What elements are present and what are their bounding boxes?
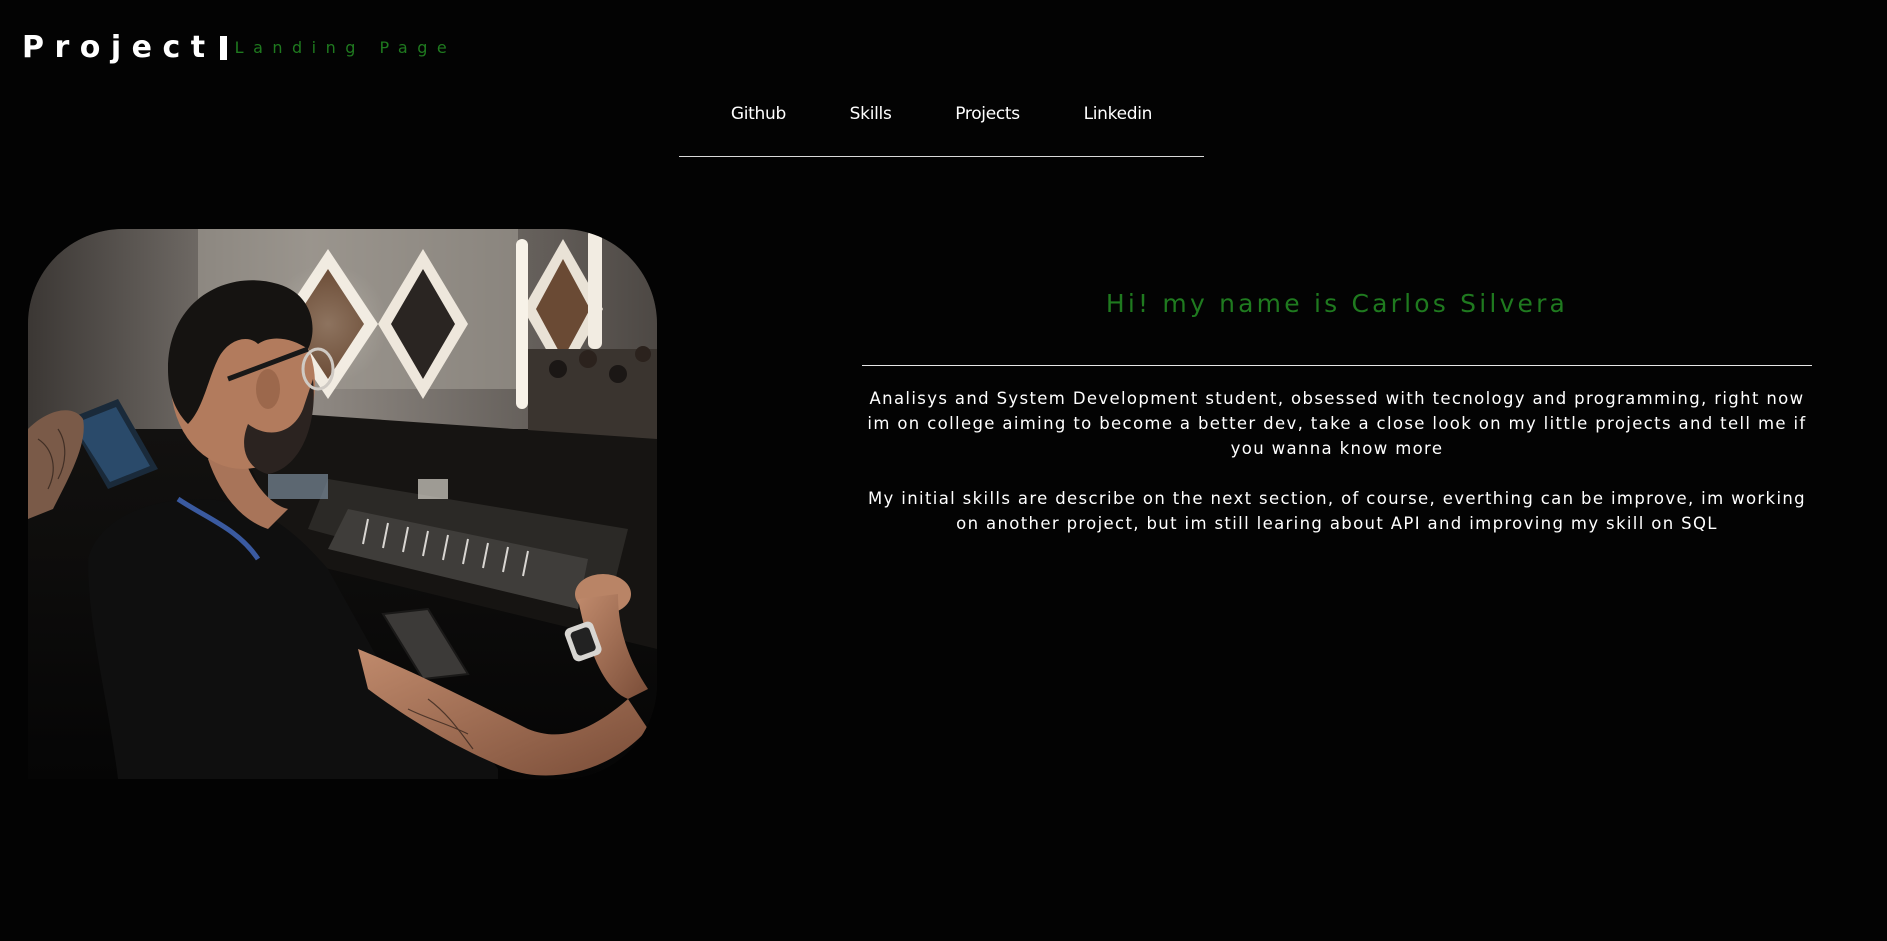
- landing-page: Project Landing Page Github Skills Proje…: [0, 0, 1887, 941]
- nav-link-github[interactable]: Github: [731, 104, 786, 124]
- brand: Project Landing Page: [22, 30, 456, 65]
- greeting-title: Hi! my name is Carlos Silvera: [1105, 289, 1569, 318]
- profile-photo-image: [28, 229, 657, 779]
- brand-subtitle: Landing Page: [234, 38, 457, 57]
- nav-link-projects[interactable]: Projects: [955, 104, 1020, 124]
- intro-paragraph: My initial skills are describe on the ne…: [867, 489, 1807, 533]
- brand-title: Project: [22, 30, 216, 65]
- intro-text: Analisys and System Development student,…: [862, 386, 1812, 536]
- intro-section: Hi! my name is Carlos Silvera Analisys a…: [862, 285, 1812, 561]
- brand-bar: [219, 35, 227, 60]
- profile-photo: [28, 229, 657, 779]
- intro-divider: [862, 365, 1812, 366]
- nav-link-linkedin[interactable]: Linkedin: [1084, 104, 1153, 124]
- nav-link-skills[interactable]: Skills: [850, 104, 892, 124]
- intro-paragraph: Analisys and System Development student,…: [867, 389, 1807, 458]
- main-nav: Github Skills Projects Linkedin: [679, 100, 1204, 157]
